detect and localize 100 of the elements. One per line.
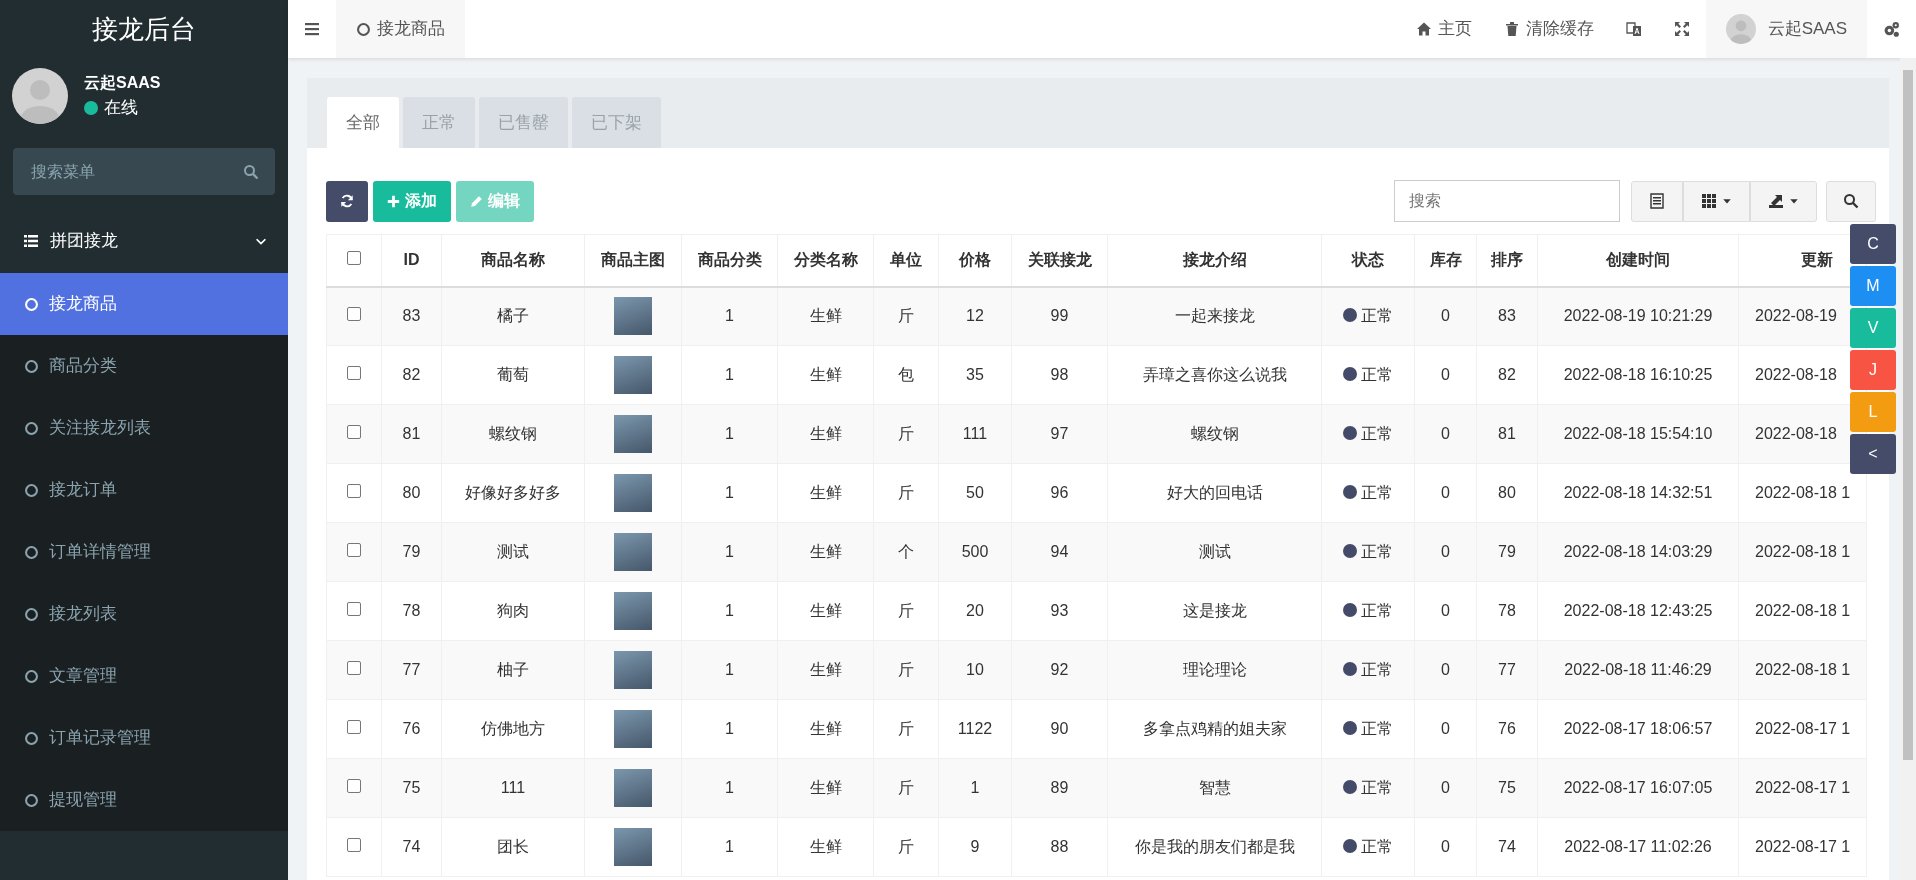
status-dot — [1343, 603, 1357, 617]
scrollbar[interactable] — [1900, 58, 1916, 880]
shortcut-button[interactable]: < — [1850, 434, 1896, 474]
list-icon — [22, 233, 40, 249]
table-cell: 生鲜 — [809, 484, 842, 501]
table-cell: 1 — [725, 543, 734, 560]
row-checkbox[interactable] — [347, 779, 361, 793]
refresh-button[interactable] — [326, 180, 368, 222]
table-cell: 96 — [1050, 484, 1069, 501]
filter-tab[interactable]: 全部 — [327, 97, 399, 148]
table-cell: 2022-08-18 14:32:51 — [1563, 484, 1713, 501]
status-text: 正常 — [1361, 779, 1393, 796]
menu-item[interactable]: 接龙列表 — [0, 583, 288, 645]
translate-icon[interactable] — [1625, 21, 1642, 37]
status-text: 正常 — [1361, 484, 1393, 501]
table-cell: 20 — [966, 602, 984, 619]
status-dot — [1343, 839, 1357, 853]
home-link[interactable]: 主页 — [1399, 0, 1488, 58]
select-all-checkbox[interactable] — [347, 251, 361, 266]
menu-item[interactable]: 订单详情管理 — [0, 521, 288, 583]
table-cell: 90 — [1050, 720, 1069, 737]
table-cell: 78 — [1498, 602, 1516, 619]
column-header: 状态 — [1352, 251, 1384, 269]
table-cell: 98 — [1050, 366, 1069, 383]
table-cell: 2022-08-17 16:07:05 — [1563, 779, 1713, 796]
status-text: 正常 — [1361, 307, 1393, 325]
column-header: ID — [403, 251, 420, 269]
row-checkbox[interactable] — [347, 366, 361, 380]
shortcut-button[interactable]: J — [1850, 350, 1896, 390]
table-cell: 2022-08-17 11:02:26 — [1564, 838, 1712, 855]
table-cell: 仿佛地方 — [481, 720, 545, 737]
menu-item[interactable]: 订单记录管理 — [0, 707, 288, 769]
table-cell: 2022-08-18 11:46:29 — [1564, 661, 1712, 678]
status-dot — [1343, 367, 1357, 381]
columns-button[interactable] — [1683, 180, 1750, 222]
menu-search-input[interactable]: 搜索菜单 — [29, 158, 243, 185]
avatar-icon — [1725, 14, 1756, 44]
row-checkbox[interactable] — [347, 661, 361, 675]
export-button[interactable] — [1750, 180, 1817, 222]
table-cell: 斤 — [898, 661, 914, 678]
row-checkbox[interactable] — [347, 602, 361, 616]
table-cell: 生鲜 — [809, 779, 842, 796]
row-checkbox[interactable] — [347, 838, 361, 852]
column-header: 商品名称 — [481, 251, 545, 269]
table-cell: 智慧 — [1198, 779, 1231, 796]
circle-icon — [24, 358, 39, 374]
circle-icon — [356, 21, 371, 37]
table-cell: 79 — [1498, 543, 1516, 560]
menu-item[interactable]: 提现管理 — [0, 769, 288, 831]
clear-cache-link[interactable]: 清除缓存 — [1487, 0, 1610, 58]
search-field[interactable]: 搜索 — [1394, 180, 1620, 222]
table-cell: 92 — [1050, 661, 1069, 678]
menu-item[interactable]: 接龙订单 — [0, 459, 288, 521]
menu-item[interactable]: 关注接龙列表 — [0, 397, 288, 459]
table-cell: 生鲜 — [809, 661, 842, 678]
table-cell: 0 — [1441, 543, 1450, 560]
table-cell: 斤 — [898, 484, 914, 501]
table-cell: 1 — [725, 484, 734, 501]
row-checkbox[interactable] — [347, 425, 361, 439]
search-icon — [1843, 193, 1859, 209]
menu-group[interactable]: 拼团接龙 — [0, 209, 288, 273]
fullscreen-icon[interactable] — [1673, 21, 1690, 37]
gear-icon[interactable] — [1883, 20, 1900, 38]
search-button[interactable] — [1826, 180, 1876, 222]
menu-item[interactable]: 商品分类 — [0, 335, 288, 397]
table-cell: 82 — [1498, 366, 1516, 383]
menu-item[interactable]: 文章管理 — [0, 645, 288, 707]
table-cell: 2022-08-19 — [1755, 307, 1837, 325]
table-cell: 1 — [725, 720, 734, 737]
table-view-button[interactable] — [1631, 180, 1683, 222]
table-cell: 2022-08-18 12:43:25 — [1563, 602, 1713, 619]
menu-item[interactable]: 接龙商品 — [0, 273, 288, 335]
table-cell: 1 — [725, 838, 734, 855]
shortcut-button[interactable]: M — [1850, 266, 1896, 306]
row-checkbox[interactable] — [347, 543, 361, 557]
table-cell: 1122 — [957, 720, 993, 737]
row-checkbox[interactable] — [347, 720, 361, 734]
table-cell: 80 — [1498, 484, 1516, 501]
table-cell: 89 — [1050, 779, 1069, 796]
row-checkbox[interactable] — [347, 307, 361, 322]
menu-search-field[interactable]: 搜索菜单 — [13, 148, 275, 195]
table-cell: 橘子 — [497, 307, 529, 325]
row-checkbox[interactable] — [347, 484, 361, 498]
circle-icon — [24, 606, 39, 622]
table-cell: 83 — [402, 307, 421, 325]
table-cell: 1 — [725, 661, 734, 678]
table-cell: 1 — [725, 366, 734, 383]
table-cell: 弄璋之喜你这么说我 — [1142, 366, 1287, 383]
circle-icon — [24, 544, 39, 560]
circle-icon — [24, 420, 39, 436]
table-cell: 80 — [402, 484, 421, 501]
table-cell: 狗肉 — [497, 602, 529, 619]
table-cell: 斤 — [898, 779, 914, 796]
table-cell: 斤 — [898, 838, 914, 855]
page-tab[interactable]: 接龙商品 — [336, 0, 465, 58]
table-cell: 0 — [1441, 366, 1450, 383]
table-cell: 2022-08-17 1 — [1755, 838, 1851, 855]
shortcut-button[interactable]: C — [1850, 224, 1896, 264]
table-cell: 1 — [725, 425, 734, 442]
table-cell: 个 — [898, 543, 914, 560]
